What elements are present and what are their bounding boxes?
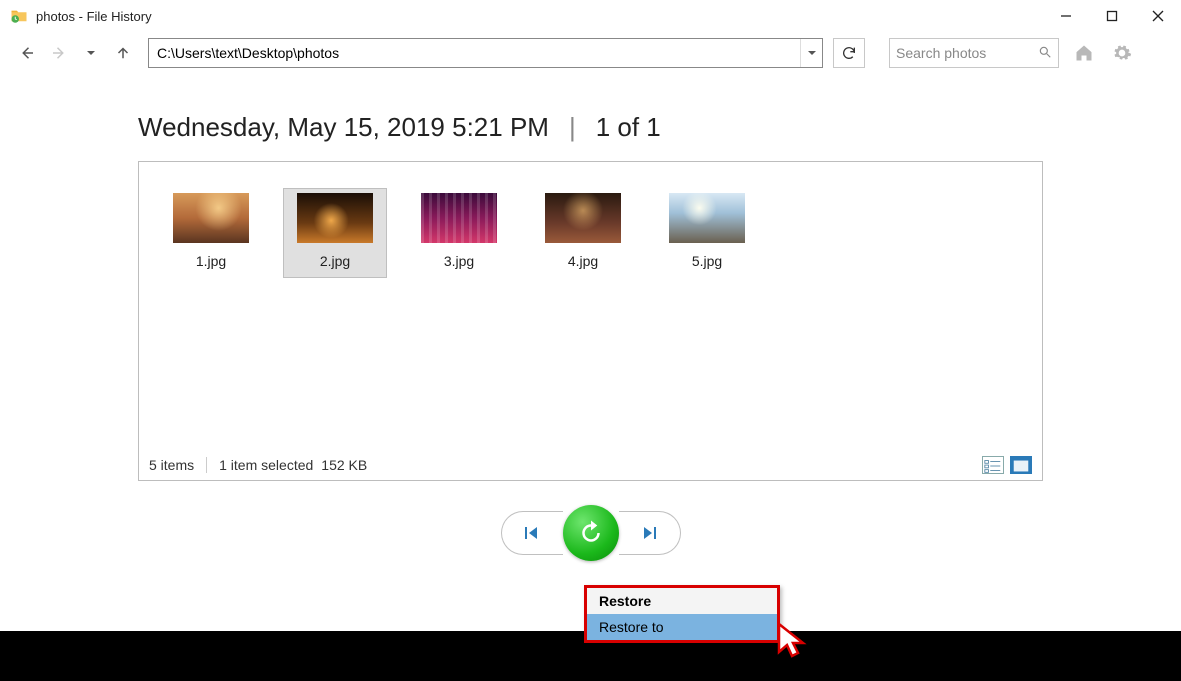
file-item[interactable]: 4.jpg [531,188,635,278]
view-mode-buttons [982,456,1032,474]
file-name: 3.jpg [444,253,474,269]
address-bar[interactable] [148,38,823,68]
file-item[interactable]: 1.jpg [159,188,263,278]
restore-button[interactable] [563,505,619,561]
path-input[interactable] [149,45,800,61]
status-selection: 1 item selected [219,457,313,473]
recent-locations-dropdown[interactable] [78,40,104,66]
view-details-button[interactable] [982,456,1004,474]
heading-separator: | [569,112,576,143]
status-bar: 5 items 1 item selected 152 KB [139,449,1042,480]
status-divider [206,457,207,473]
close-button[interactable] [1135,0,1181,32]
thumbnail-icon [421,193,497,243]
file-item[interactable]: 3.jpg [407,188,511,278]
file-name: 1.jpg [196,253,226,269]
status-item-count: 5 items [149,457,194,473]
thumbnail-icon [669,193,745,243]
minimize-button[interactable] [1043,0,1089,32]
next-version-button[interactable] [619,511,681,555]
thumbnail-icon [545,193,621,243]
previous-version-button[interactable] [501,511,563,555]
window-controls [1043,0,1181,32]
view-icons-button[interactable] [1010,456,1032,474]
content-area: Wednesday, May 15, 2019 5:21 PM | 1 of 1… [0,112,1181,561]
context-menu-item-restore-to[interactable]: Restore to [587,614,777,640]
version-position: 1 of 1 [596,112,661,143]
home-icon[interactable] [1071,40,1097,66]
search-icon [1038,45,1052,62]
search-placeholder: Search photos [896,45,1038,61]
search-box[interactable]: Search photos [889,38,1059,68]
thumbnail-icon [297,193,373,243]
version-datetime: Wednesday, May 15, 2019 5:21 PM [138,112,549,143]
up-button[interactable] [110,40,136,66]
file-name: 5.jpg [692,253,722,269]
context-menu-item-restore[interactable]: Restore [587,588,777,614]
thumbnail-icon [173,193,249,243]
folder-history-icon [10,7,28,25]
refresh-button[interactable] [833,38,865,68]
context-menu: Restore Restore to [584,585,780,643]
file-name: 4.jpg [568,253,598,269]
maximize-button[interactable] [1089,0,1135,32]
forward-button[interactable] [46,40,72,66]
cursor-icon [776,622,810,665]
file-item[interactable]: 2.jpg [283,188,387,278]
status-size: 152 KB [321,457,367,473]
file-pane: 1.jpg 2.jpg 3.jpg 4.jpg 5.jpg 5 items 1 [138,161,1043,481]
window-title: photos - File History [36,9,152,24]
back-button[interactable] [14,40,40,66]
path-dropdown[interactable] [800,39,822,67]
version-heading: Wednesday, May 15, 2019 5:21 PM | 1 of 1 [138,112,1043,143]
playback-controls [138,505,1043,561]
file-list: 1.jpg 2.jpg 3.jpg 4.jpg 5.jpg [139,162,1042,278]
settings-gear-icon[interactable] [1109,40,1135,66]
navigation-toolbar: Search photos [0,32,1181,78]
file-item[interactable]: 5.jpg [655,188,759,278]
title-bar: photos - File History [0,0,1181,32]
file-name: 2.jpg [320,253,350,269]
